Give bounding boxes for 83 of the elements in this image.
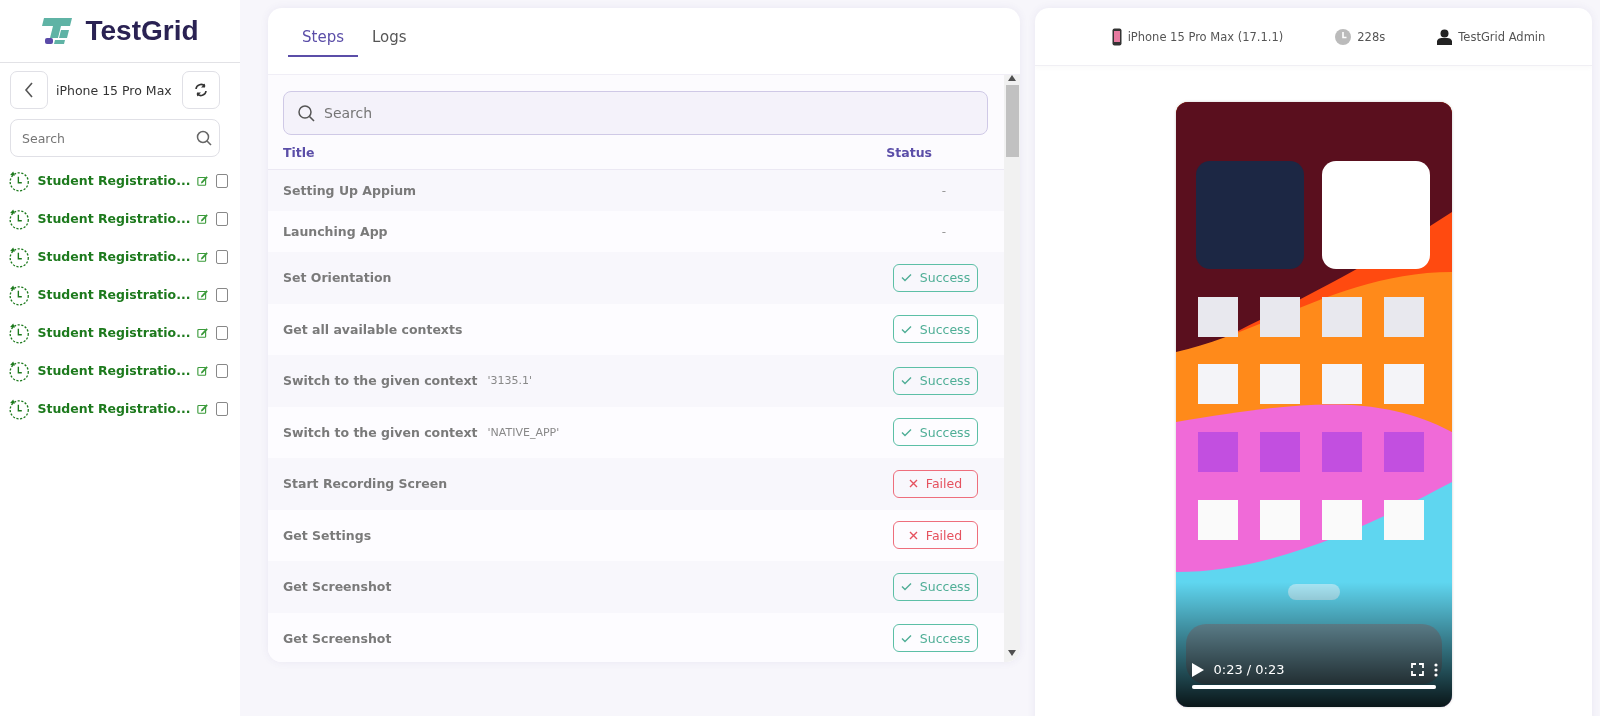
run-title[interactable]: Student Registratio... [37,363,191,378]
step-title: Switch to the given context [283,424,478,440]
edit-icon[interactable] [197,174,209,187]
step-title: Switch to the given context [283,373,478,389]
check-icon [900,633,912,643]
refresh-button[interactable] [182,71,220,109]
user-icon [1437,28,1453,45]
edit-icon[interactable] [197,212,209,225]
run-title[interactable]: Student Registratio... [37,211,191,226]
cross-icon [908,530,918,540]
checkbox[interactable] [215,211,228,226]
checkbox[interactable] [215,249,228,264]
step-detail: '3135.1' [487,374,534,388]
video-time: 0:23 / 0:23 [1213,662,1286,677]
tab[interactable]: Logs [357,8,421,57]
edit-icon[interactable] [197,326,209,339]
search-field[interactable]: Search [10,119,220,157]
device-label: iPhone 15 Pro Max (17.1.1) [1127,29,1284,44]
status-badge: Failed [893,521,978,550]
checkbox[interactable] [215,287,228,302]
status-text: - [941,183,946,198]
step-title: Get Screenshot [283,630,392,646]
device-name: iPhone 15 Pro Max [56,82,173,98]
status-badge: Success [893,572,978,601]
scrollbar-thumb[interactable] [1005,85,1019,157]
table-row[interactable]: Switch to the given context '3135.1' Success [268,355,1004,407]
check-icon [900,427,912,437]
edit-icon[interactable] [197,250,209,263]
status-badge: Success [893,315,978,344]
step-title: Start Recording Screen [283,476,448,492]
step-title: Get all available contexts [283,321,463,337]
step-title: Launching App [283,224,388,239]
run-title[interactable]: Student Registratio... [37,249,191,264]
refresh-icon [194,83,208,97]
back-button[interactable] [10,71,48,109]
status-badge: Failed [893,469,978,498]
search-field[interactable]: Search [283,91,988,135]
checkbox[interactable] [215,173,228,188]
table-row[interactable]: Start Recording Screen Failed [268,458,1004,510]
column-header: Status [886,145,932,160]
edit-icon[interactable] [197,288,209,301]
step-title: Set Orientation [283,270,392,286]
table-row[interactable]: Setting Up Appium - [268,170,1004,211]
duration-label: 228s [1357,29,1386,44]
scrollbar[interactable] [1004,75,1020,662]
run-title[interactable]: Student Registratio... [37,401,191,416]
table-row[interactable]: Set Orientation Success [268,252,1004,304]
tab[interactable]: Steps [288,8,358,57]
status-text: - [941,224,946,239]
checkbox[interactable] [215,401,228,416]
status-badge: Success [893,263,978,292]
check-icon [900,582,912,592]
logo-text: TestGrid [85,15,199,47]
run-title[interactable]: Student Registratio... [37,173,191,188]
checkbox[interactable] [215,363,228,378]
fullscreen-icon[interactable] [1410,663,1424,676]
scroll-down-icon[interactable] [1008,650,1016,656]
check-icon [900,376,912,386]
column-header: Title [283,145,315,160]
step-detail: 'NATIVE_APP' [487,425,561,439]
edit-icon[interactable] [197,364,209,377]
phone-icon [1111,27,1122,46]
scroll-up-icon[interactable] [1008,75,1016,81]
step-title: Setting Up Appium [283,183,417,198]
status-badge: Success [893,624,978,653]
step-title: Get Settings [283,527,372,543]
check-icon [900,324,912,334]
status-badge: Success [893,366,978,395]
step-title: Get Screenshot [283,579,392,595]
check-icon [900,273,912,283]
search-icon [196,130,212,146]
more-icon[interactable] [1433,662,1438,677]
user-label: TestGrid Admin [1458,29,1546,44]
status-badge: Success [893,418,978,447]
cross-icon [908,479,918,489]
clock-icon [1335,28,1352,45]
chevron-left-icon [24,82,34,98]
run-title[interactable]: Student Registratio... [37,287,191,302]
play-icon[interactable] [1191,662,1204,677]
run-title[interactable]: Student Registratio... [37,325,191,340]
checkbox[interactable] [215,325,228,340]
edit-icon[interactable] [197,402,209,415]
table-row[interactable]: Get Screenshot Success [268,561,1004,613]
